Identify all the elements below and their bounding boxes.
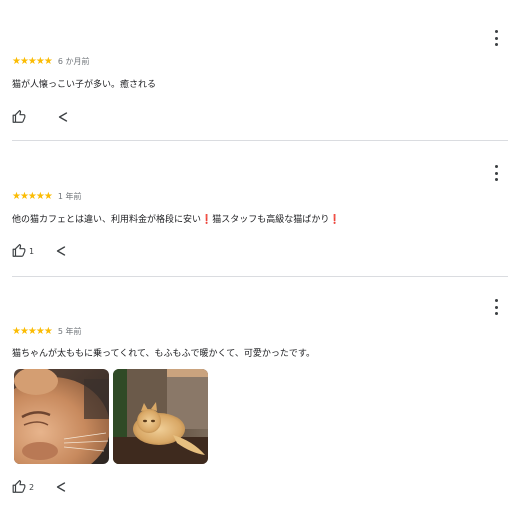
like-button[interactable] <box>12 110 29 124</box>
thumb-up-icon <box>12 110 26 123</box>
review-meta: ★★★★★ 1 年前 <box>12 191 81 203</box>
review-text: 猫ちゃんが太ももに乗ってくれて、もふもふで暖かくて、可愛かったです。 <box>12 349 315 359</box>
share-button[interactable] <box>57 111 69 123</box>
review-actions: 1 <box>12 243 67 259</box>
exclamation-emoji: ❗ <box>201 215 213 225</box>
like-button[interactable]: 1 <box>12 244 34 258</box>
exclamation-emoji: ❗ <box>329 215 341 225</box>
star-rating: ★★★★★ <box>12 326 53 337</box>
share-button[interactable] <box>55 481 67 493</box>
review-text: 他の猫カフェとは違い、利用料金が格段に安い❗猫スタッフも高級な猫ばかり❗ <box>12 213 500 227</box>
review-text-part: 他の猫カフェとは違い、利用料金が格段に安い <box>12 215 202 225</box>
review-card: ★★★★★ 6 か月前 猫が人懐っこい子が多い。癒される <box>0 0 512 140</box>
review-card: ★★★★★ 5 年前 猫ちゃんが太ももに乗ってくれて、もふもふで暖かくて、可愛か… <box>0 277 512 512</box>
cat-on-ledge-photo-image <box>113 369 208 464</box>
thumb-up-icon <box>12 244 26 257</box>
star-rating: ★★★★★ <box>12 56 53 67</box>
more-options-button[interactable] <box>490 165 502 181</box>
like-button[interactable]: 2 <box>12 480 34 494</box>
review-card: ★★★★★ 1 年前 他の猫カフェとは違い、利用料金が格段に安い❗猫スタッフも高… <box>0 141 512 276</box>
more-vert-icon <box>494 299 498 302</box>
review-time: 6 か月前 <box>57 57 90 66</box>
share-icon <box>58 112 68 122</box>
like-count: 1 <box>29 246 35 256</box>
review-meta: ★★★★★ 6 か月前 <box>12 56 89 68</box>
review-text-part: 猫スタッフも高級な猫ばかり <box>212 215 330 225</box>
review-text: 猫が人懐っこい子が多い。癒される <box>12 80 157 90</box>
cat-on-ledge-photo[interactable] <box>113 369 208 464</box>
review-meta: ★★★★★ 5 年前 <box>12 326 81 338</box>
more-vert-icon <box>494 30 498 33</box>
star-rating: ★★★★★ <box>12 191 53 202</box>
more-options-button[interactable] <box>490 299 502 315</box>
share-button[interactable] <box>55 245 67 257</box>
share-icon <box>56 482 66 492</box>
more-vert-icon <box>494 165 498 168</box>
review-time: 5 年前 <box>57 327 82 336</box>
thumb-up-icon <box>12 480 26 493</box>
review-actions <box>12 109 69 125</box>
review-time: 1 年前 <box>57 192 82 201</box>
cat-closeup-photo[interactable] <box>14 369 109 464</box>
like-count: 2 <box>29 482 35 492</box>
cat-closeup-photo-image <box>14 369 109 464</box>
share-icon <box>56 246 66 256</box>
review-actions: 2 <box>12 479 67 495</box>
more-options-button[interactable] <box>490 30 502 46</box>
